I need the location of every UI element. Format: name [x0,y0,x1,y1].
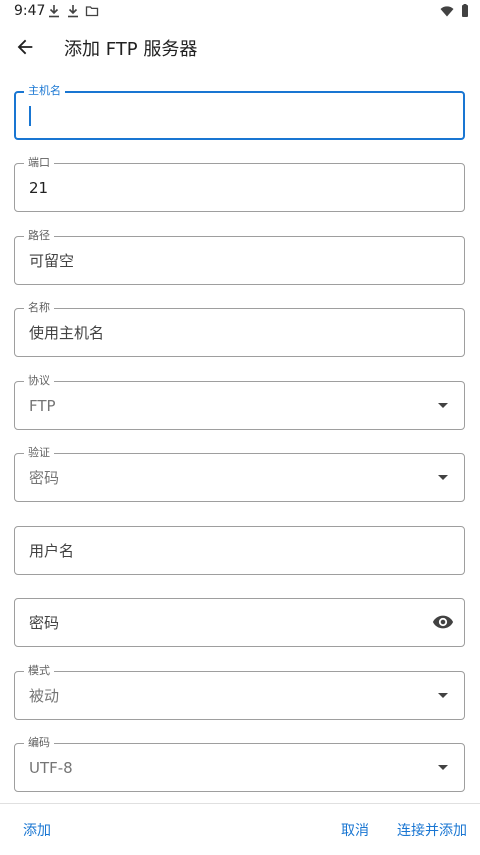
password-input[interactable]: 密码 [29,613,59,633]
username-field[interactable]: 用户名 [14,526,465,575]
mode-label: 模式 [24,664,54,678]
page-title: 添加 FTP 服务器 [64,39,198,60]
password-field[interactable]: 密码 [14,598,465,647]
path-input[interactable]: 可留空 [29,251,74,271]
auth-select[interactable]: 验证 密码 [14,446,465,502]
dropdown-arrow-icon [438,693,448,698]
auth-label: 验证 [24,446,54,460]
status-time: 9:47 [14,3,46,19]
connect-and-add-button[interactable]: 连接并添加 [397,820,467,840]
protocol-select[interactable]: 协议 FTP [14,374,465,430]
mode-select[interactable]: 模式 被动 [14,664,465,720]
status-bar: 9:47 [0,0,480,24]
path-field[interactable]: 路径 可留空 [14,229,465,285]
encoding-label: 编码 [24,736,54,750]
arrow-back-icon [17,39,33,55]
host-label: 主机名 [24,84,65,98]
battery-icon [458,4,472,18]
host-field[interactable]: 主机名 [14,84,465,140]
dropdown-arrow-icon [438,765,448,770]
app-bar: 添加 FTP 服务器 [0,24,480,70]
folder-icon [85,4,99,18]
auth-value: 密码 [29,469,60,487]
protocol-label: 协议 [24,374,54,388]
text-cursor [29,106,31,126]
name-label: 名称 [24,301,54,315]
username-input[interactable]: 用户名 [29,541,74,561]
path-label: 路径 [24,229,54,243]
cancel-button[interactable]: 取消 [341,820,369,840]
encoding-value: UTF-8 [29,759,73,777]
dropdown-arrow-icon [438,403,448,408]
download-icon [47,4,61,18]
port-label: 端口 [24,156,54,170]
add-button[interactable]: 添加 [23,820,51,840]
action-bar: 添加 取消 连接并添加 [0,803,480,855]
download-icon [66,4,80,18]
protocol-value: FTP [29,397,56,415]
port-input[interactable]: 21 [29,178,48,198]
wifi-icon [440,4,454,18]
dropdown-arrow-icon [438,475,448,480]
port-field[interactable]: 端口 21 [14,156,465,212]
eye-icon[interactable] [432,611,454,633]
encoding-select[interactable]: 编码 UTF-8 [14,736,465,792]
name-field[interactable]: 名称 使用主机名 [14,301,465,357]
mode-value: 被动 [29,687,60,705]
back-button[interactable] [10,32,40,62]
name-input[interactable]: 使用主机名 [29,323,104,343]
